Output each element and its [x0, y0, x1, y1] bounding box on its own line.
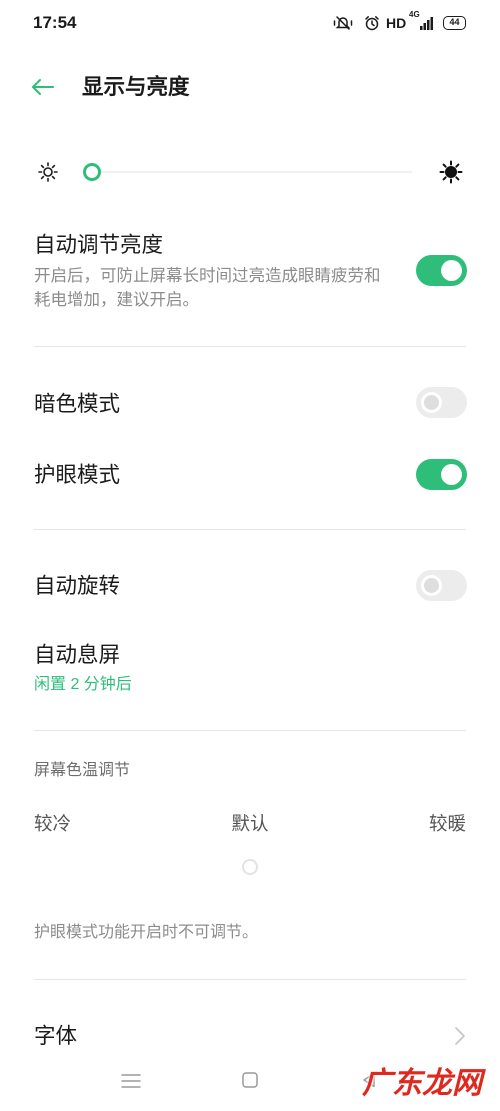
auto-brightness-description-line: 耗电增加，建议开启。: [34, 291, 199, 309]
home-icon[interactable]: [242, 1072, 258, 1088]
color-temperature-note: 护眼模式功能开启时不可调节。: [34, 924, 259, 941]
toggle-knob: [441, 260, 462, 281]
network-hd-label: HD: [386, 15, 407, 31]
auto-brightness-label: 自动调节亮度: [34, 233, 164, 257]
toggle-knob: [421, 575, 442, 596]
chevron-right-icon: [455, 1027, 465, 1045]
divider: [34, 346, 466, 347]
auto-rotate-toggle[interactable]: [416, 570, 467, 601]
setting-row-auto-rotate[interactable]: 自动旋转: [0, 552, 500, 618]
page-title: 显示与亮度: [82, 75, 190, 99]
divider: [34, 979, 466, 980]
sun-filled-icon: [439, 160, 463, 184]
dark-mode-label: 暗色模式: [34, 392, 121, 416]
battery-icon: 44: [443, 16, 466, 30]
screen-timeout-value: 闲置 2 分钟后: [34, 676, 132, 693]
status-bar: 17:54 HD 4G 44: [0, 0, 500, 44]
setting-row-eye-protection[interactable]: 护眼模式: [0, 441, 500, 507]
brightness-slider-track[interactable]: [100, 171, 412, 173]
color-temperature-title: 屏幕色温调节: [34, 762, 131, 779]
setting-row-font[interactable]: 字体: [0, 1000, 500, 1056]
auto-brightness-description-line: 开启后，可防止屏幕长时间过亮造成眼睛疲劳和: [34, 267, 381, 285]
brightness-slider-row: [0, 150, 500, 194]
toggle-knob: [421, 392, 442, 413]
signal-type-label: 4G: [409, 10, 420, 19]
watermark: 广东龙网: [362, 1067, 482, 1100]
dark-mode-toggle[interactable]: [416, 387, 467, 418]
back-arrow-icon[interactable]: [30, 75, 56, 99]
setting-row-auto-brightness[interactable]: 自动调节亮度 开启后，可防止屏幕长时间过亮造成眼睛疲劳和 耗电增加，建议开启。: [0, 220, 500, 330]
divider: [34, 529, 466, 530]
eye-protection-toggle[interactable]: [416, 459, 467, 490]
mute-vibrate-icon: [333, 15, 353, 31]
color-temp-cool-label: 较冷: [34, 813, 72, 834]
menu-icon[interactable]: [121, 1073, 141, 1089]
brightness-slider-thumb[interactable]: [83, 163, 101, 181]
header: 显示与亮度: [0, 60, 500, 115]
toggle-knob: [441, 464, 462, 485]
color-temp-warm-label: 较暖: [428, 813, 466, 834]
color-temperature-slider-thumb[interactable]: [242, 859, 258, 875]
sun-outline-icon: [38, 162, 58, 182]
alarm-icon: [364, 15, 380, 31]
screen-timeout-label: 自动息屏: [34, 643, 121, 667]
auto-rotate-label: 自动旋转: [34, 574, 121, 598]
signal-bars-icon: [420, 15, 434, 30]
status-time: 17:54: [33, 13, 77, 32]
color-temperature-section: 屏幕色温调节 较冷 默认 较暖 护眼模式功能开启时不可调节。: [0, 750, 500, 960]
font-label: 字体: [34, 1024, 78, 1048]
eye-protection-label: 护眼模式: [34, 463, 121, 487]
auto-brightness-toggle[interactable]: [416, 255, 467, 286]
setting-row-screen-timeout[interactable]: 自动息屏 闲置 2 分钟后: [0, 620, 500, 710]
color-temp-default-label: 默认: [231, 813, 269, 834]
auto-brightness-description: 开启后，可防止屏幕长时间过亮造成眼睛疲劳和 耗电增加，建议开启。: [34, 264, 381, 312]
divider: [34, 730, 466, 731]
setting-row-dark-mode[interactable]: 暗色模式: [0, 370, 500, 436]
